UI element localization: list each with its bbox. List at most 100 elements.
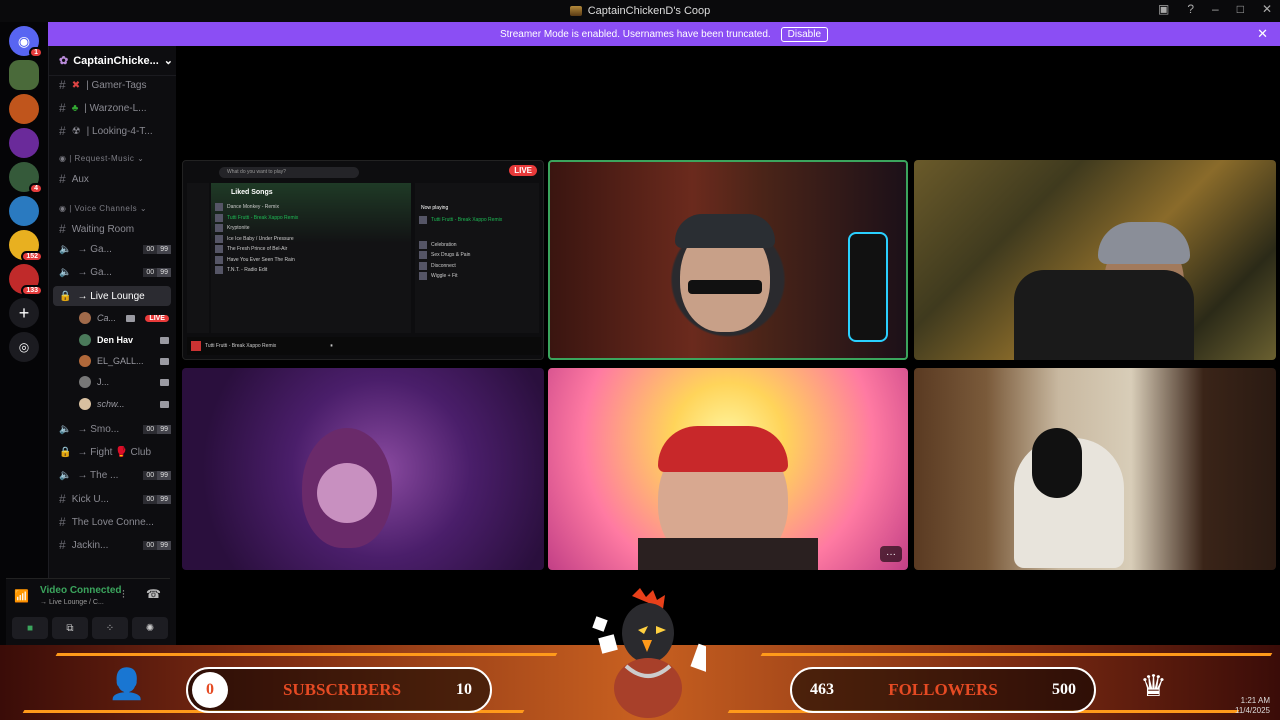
disc-icon: ◉ — [59, 204, 67, 213]
user-row[interactable]: Den Hav — [79, 334, 169, 346]
follower-label: FOLLOWERS — [888, 680, 998, 699]
queue-row: Wiggle + Fit — [415, 271, 539, 282]
song-row: Kryptonite — [211, 223, 411, 234]
rooster-body — [614, 658, 682, 718]
server-icon-1[interactable] — [9, 60, 39, 90]
lock-icon: 🔒 — [59, 290, 72, 302]
category-request-music[interactable]: ◉ | Request-Music ⌄ — [59, 154, 144, 163]
add-server-icon[interactable]: + — [9, 298, 39, 328]
shirt — [638, 538, 818, 570]
server-icon-6[interactable]: 152 — [9, 230, 43, 262]
voice-smo[interactable]: 🔈 → Smo... 00 99 — [59, 424, 171, 435]
server-icon-3[interactable] — [9, 128, 39, 158]
playlist-title: Liked Songs — [231, 189, 273, 196]
maximize-button[interactable]: □ — [1237, 2, 1244, 16]
voice-status[interactable]: Video Connected — [40, 585, 122, 596]
noise-icon[interactable]: ⫶ — [122, 589, 125, 602]
user-check-icon: 👤 — [108, 668, 146, 701]
system-clock: 1:21 AM 11/4/2025 — [1235, 696, 1270, 716]
activities-button[interactable]: ⁘ — [92, 617, 128, 639]
voice-kick[interactable]: # Kick U... 00 99 — [59, 492, 171, 506]
queue-row: Disconnect — [415, 261, 539, 272]
chair — [1014, 270, 1194, 360]
video-tile[interactable]: ··· — [548, 368, 908, 570]
x-icon: ✖ — [71, 79, 81, 91]
follower-goal-bar: 463 FOLLOWERS 500 — [790, 667, 1096, 713]
user-row[interactable]: EL_GALL... — [79, 355, 169, 367]
tree-icon: ♣ — [71, 102, 79, 114]
voice-fight-club[interactable]: 🔒 → Fight 🥊 Club — [59, 447, 171, 458]
voice-channel-path[interactable]: → Live Lounge / C... — [40, 599, 104, 606]
server-header[interactable]: ✿ CaptainChicke... ⌄ — [49, 46, 176, 76]
hash-icon: # — [59, 515, 66, 529]
close-banner-icon[interactable]: ✕ — [1257, 26, 1268, 42]
screen-share-tile[interactable]: What do you want to play? Liked Songs Da… — [182, 160, 544, 360]
soundboard-button[interactable]: ✺ — [132, 617, 168, 639]
window-controls: ▣ ? – □ ✕ — [1158, 2, 1272, 16]
disconnect-icon[interactable]: ☎ — [146, 587, 161, 601]
speaker-light — [848, 232, 888, 342]
queue-row: Tutti Frutti - Break Xappo Remix — [415, 215, 539, 226]
video-tile[interactable] — [548, 160, 908, 360]
voice-waiting-room[interactable]: # Waiting Room — [59, 222, 171, 236]
channel-looking[interactable]: # ☢ | Looking-4-T... — [59, 124, 171, 138]
server-icon-7[interactable]: 133 — [9, 264, 43, 296]
voice-jackin[interactable]: # Jackin... 00 99 — [59, 538, 171, 552]
avatar — [79, 398, 91, 410]
server-name: CaptainChicke... — [73, 54, 159, 67]
window-titlebar: CaptainChickenD's Coop ▣ ? – □ ✕ — [0, 0, 1280, 22]
voice-love-connection[interactable]: # The Love Conne... — [59, 515, 171, 529]
voice-the[interactable]: 🔈 → The ... 00 99 — [59, 470, 171, 481]
channel-gamer-tags[interactable]: # ✖ | Gamer-Tags — [59, 78, 171, 92]
speaker-icon: 🔈 — [59, 424, 72, 435]
minimize-button[interactable]: – — [1212, 2, 1219, 16]
screen-share-button[interactable]: ⧉ — [52, 617, 88, 639]
rooster-mascot — [592, 588, 706, 718]
voice-live-lounge[interactable]: 🔒 → Live Lounge — [53, 286, 171, 306]
clock-time: 1:21 AM — [1240, 696, 1270, 705]
explore-icon[interactable]: ◎ — [9, 332, 39, 362]
follower-goal: 500 — [1052, 681, 1076, 698]
beanie — [1098, 222, 1190, 264]
camera-icon — [126, 314, 136, 322]
dice-icon — [592, 616, 608, 632]
signal-icon: 📶 — [14, 589, 29, 603]
avatar — [79, 376, 91, 388]
channel-aux[interactable]: # Aux — [59, 172, 171, 186]
server-icon-2[interactable] — [9, 94, 39, 124]
dice-icon — [598, 634, 618, 654]
server-icon-5[interactable] — [9, 196, 39, 226]
voice-ga-1[interactable]: 🔈 → Ga... 00 99 — [59, 244, 171, 255]
video-tile[interactable] — [914, 160, 1276, 360]
user-row[interactable]: schw... — [79, 398, 169, 410]
more-options-icon[interactable]: ··· — [880, 546, 902, 562]
close-button[interactable]: ✕ — [1262, 2, 1272, 16]
user-row[interactable]: Ca... LIVE — [79, 312, 169, 324]
voice-ga-2[interactable]: 🔈 → Ga... 00 99 — [59, 267, 171, 278]
streamer-mode-banner: Streamer Mode is enabled. Usernames have… — [48, 22, 1280, 46]
disable-streamer-button[interactable]: Disable — [780, 26, 829, 42]
live-badge: LIVE — [509, 165, 537, 176]
subscriber-count: 0 — [192, 672, 228, 708]
video-tile[interactable] — [182, 368, 544, 570]
user-row[interactable]: J... — [79, 376, 169, 388]
spotify-search: What do you want to play? — [219, 167, 359, 178]
speaker-icon: 🔈 — [59, 244, 72, 255]
server-icon-4[interactable]: 4 — [9, 162, 43, 194]
help-icon[interactable]: ? — [1187, 2, 1194, 16]
inbox-icon[interactable]: ▣ — [1158, 2, 1169, 16]
subscriber-goal-bar: 0 SUBSCRIBERS 10 — [186, 667, 492, 713]
camera-toggle-button[interactable]: ■ — [12, 617, 48, 639]
discord-home-icon[interactable]: ◉ 1 — [9, 26, 43, 58]
channel-warzone[interactable]: # ♣ | Warzone-L... — [59, 101, 171, 115]
category-voice-channels[interactable]: ◉ | Voice Channels ⌄ — [59, 204, 147, 213]
speaker-icon: 🔈 — [59, 267, 72, 278]
window-title-group: CaptainChickenD's Coop — [569, 5, 710, 17]
video-tile[interactable] — [914, 368, 1276, 570]
hash-icon: # — [59, 538, 66, 552]
avatar — [79, 312, 91, 324]
hash-icon: # — [59, 124, 66, 138]
spotify-player-bar: Tutti Frutti - Break Xappo Remix ⏸ — [187, 337, 541, 355]
follower-count: 463 — [810, 681, 834, 698]
beanie — [675, 214, 775, 248]
